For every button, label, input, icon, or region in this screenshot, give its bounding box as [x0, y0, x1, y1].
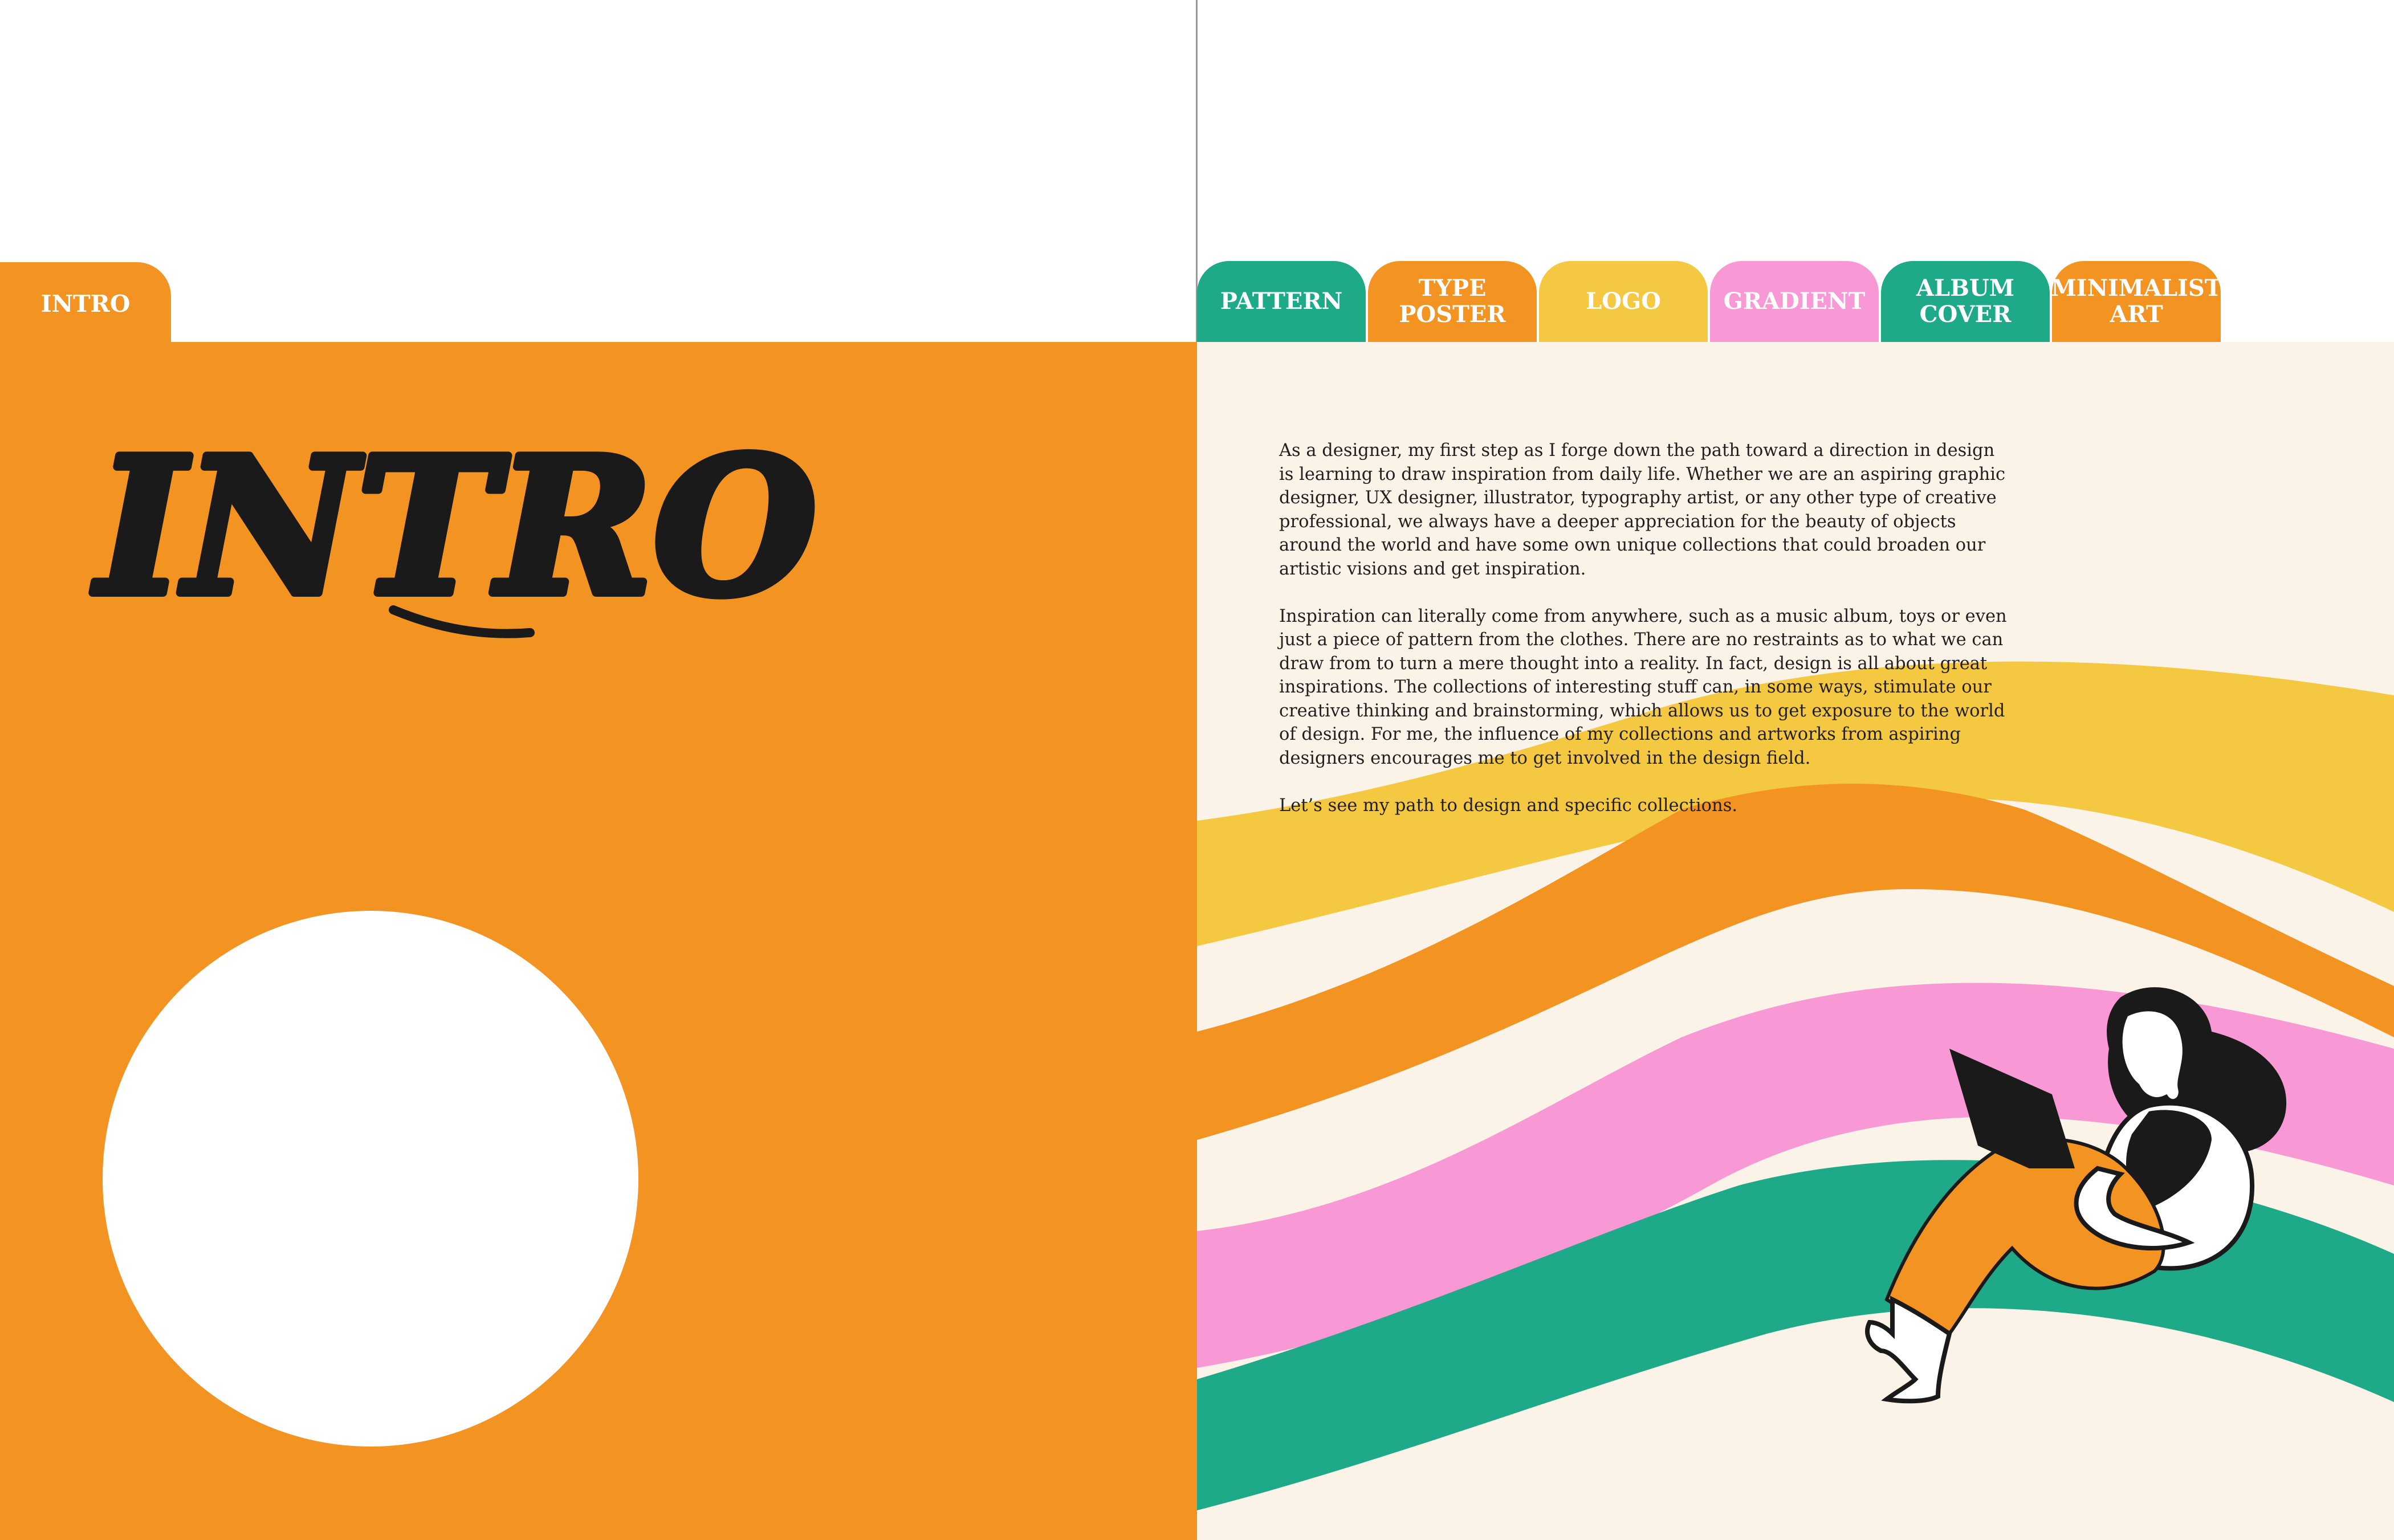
woman-reading-illustration	[1865, 987, 2287, 1404]
paragraph-3: Let’s see my path to design and specific…	[1279, 795, 1738, 816]
intro-title-text: INTRO	[91, 416, 818, 637]
tab-minimalist-art[interactable]: MINIMALIST ART	[2051, 261, 2222, 342]
tab-pattern[interactable]: PATTERN	[1197, 261, 1366, 342]
tab-logo[interactable]: LOGO	[1539, 261, 1708, 342]
paragraph-1: As a designer, my first step as I forge …	[1279, 441, 2006, 579]
intro-body-text: As a designer, my first step as I forge …	[1279, 439, 2014, 841]
tab-intro-label: INTRO	[40, 290, 131, 317]
tab-pattern-label: PATTERN	[1220, 288, 1343, 315]
tab-album-cover-label: ALBUM COVER	[1916, 275, 2015, 328]
tab-minimalist-art-label: MINIMALIST ART	[2051, 275, 2222, 328]
paragraph-2: Inspiration can literally come from anyw…	[1279, 606, 2007, 768]
photo-placeholder-circle	[103, 911, 638, 1447]
tab-type-poster[interactable]: TYPE POSTER	[1368, 261, 1537, 342]
tab-gradient-label: GRADIENT	[1723, 288, 1866, 315]
tab-logo-label: LOGO	[1586, 288, 1661, 315]
tab-type-poster-label: TYPE POSTER	[1399, 275, 1506, 328]
intro-title: INTRO	[87, 412, 822, 641]
laptop	[1949, 1049, 2075, 1168]
tab-album-cover[interactable]: ALBUM COVER	[1881, 261, 2050, 342]
tab-gradient[interactable]: GRADIENT	[1710, 261, 1879, 342]
tab-intro[interactable]: INTRO	[0, 262, 171, 345]
